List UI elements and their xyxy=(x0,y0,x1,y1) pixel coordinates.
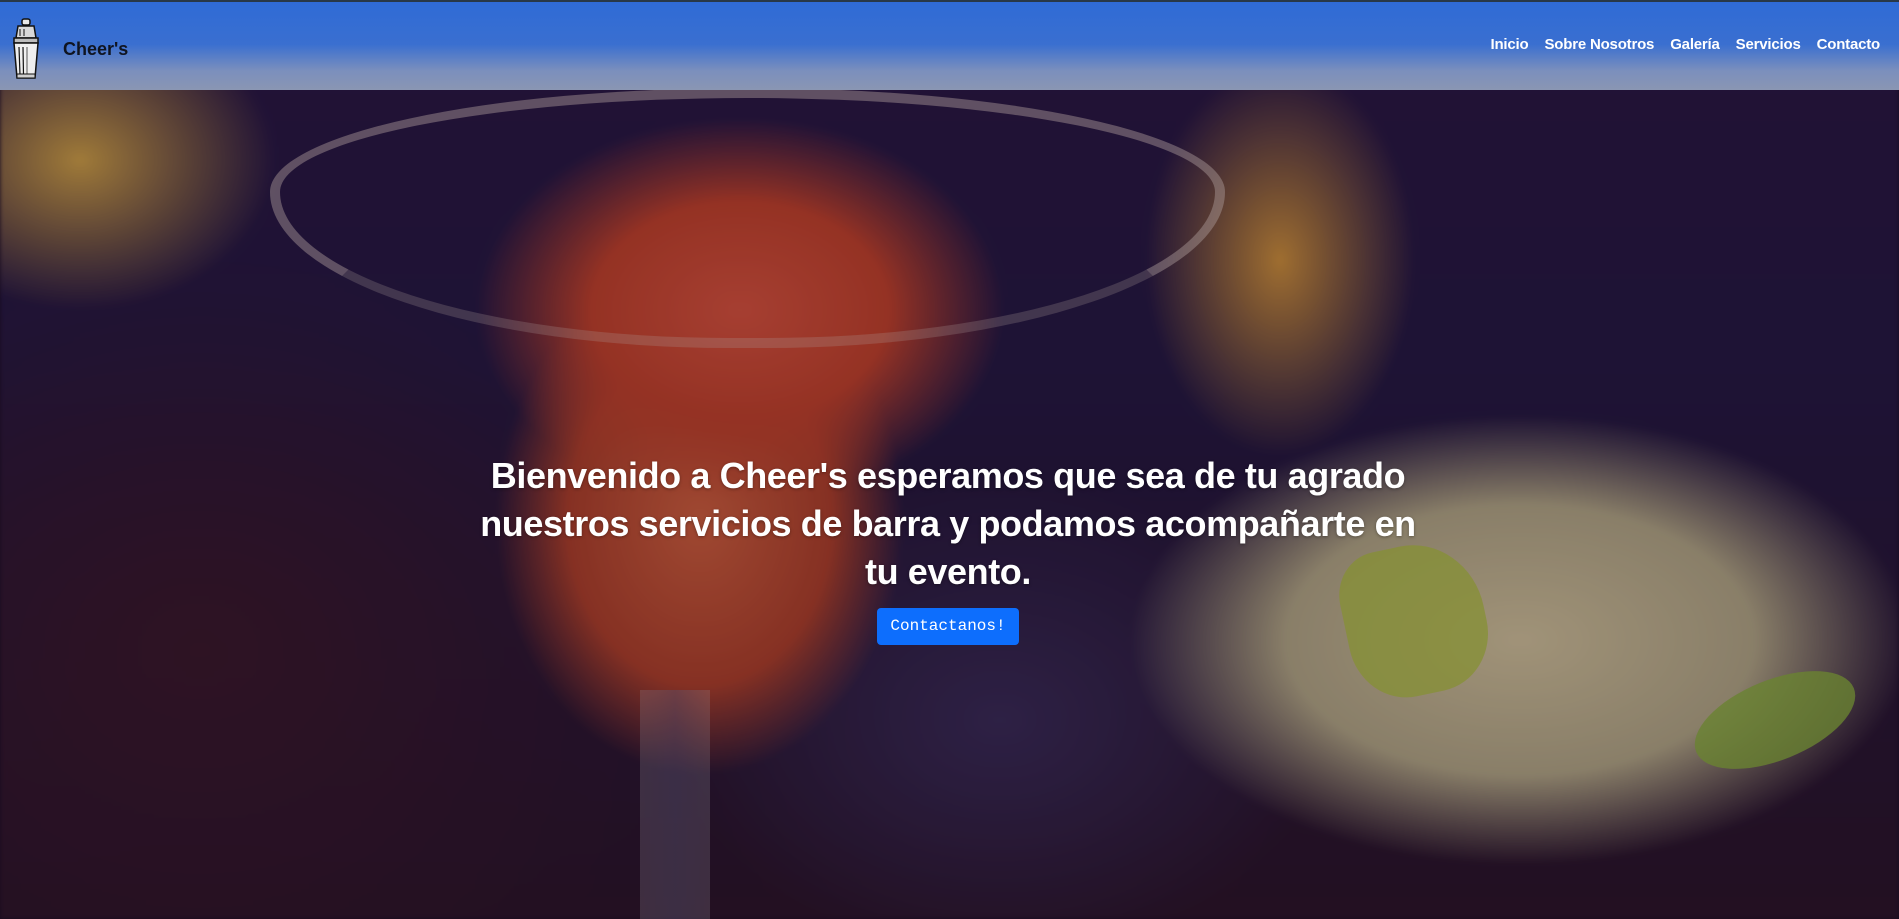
nav-links: Inicio Sobre Nosotros Galería Servicios … xyxy=(1475,36,1881,53)
nav-link-contacto[interactable]: Contacto xyxy=(1817,36,1881,53)
brand-name: Cheer's xyxy=(63,38,129,59)
nav-link-servicios[interactable]: Servicios xyxy=(1736,36,1801,53)
contact-button[interactable]: Contactanos! xyxy=(877,608,1019,645)
brand-link[interactable]: Cheer's xyxy=(8,18,128,80)
hero-title: Bienvenido a Cheer's esperamos que sea d… xyxy=(480,455,1416,592)
hero-content: Bienvenido a Cheer's esperamos que sea d… xyxy=(460,452,1436,645)
cocktail-shaker-icon xyxy=(13,18,39,79)
nav-link-inicio[interactable]: Inicio xyxy=(1491,36,1529,53)
navbar: Cheer's Inicio Sobre Nosotros Galería Se… xyxy=(0,0,1899,90)
nav-link-galeria[interactable]: Galería xyxy=(1670,36,1720,53)
nav-link-sobre-nosotros[interactable]: Sobre Nosotros xyxy=(1544,36,1654,53)
page: Cheer's Inicio Sobre Nosotros Galería Se… xyxy=(0,0,1899,919)
